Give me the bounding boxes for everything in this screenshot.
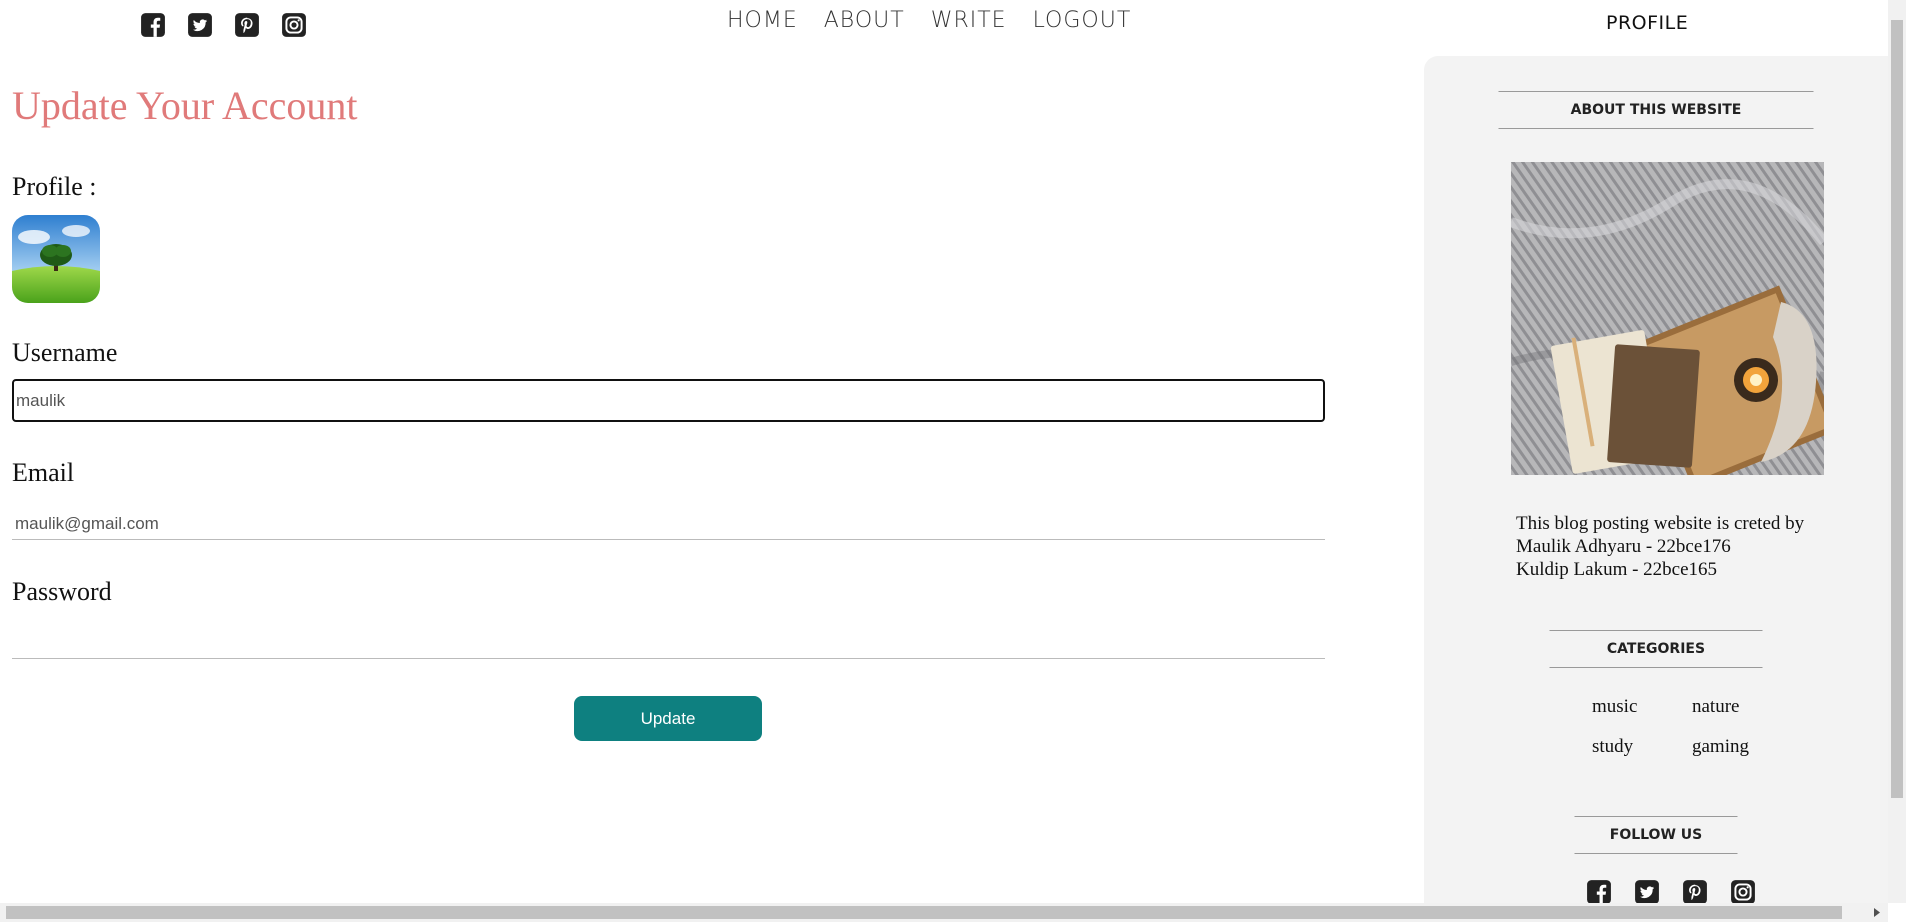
- pinterest-square-icon[interactable]: [1682, 879, 1708, 905]
- instagram-icon[interactable]: [281, 12, 307, 38]
- twitter-square-icon[interactable]: [1634, 879, 1660, 905]
- nav-home-link[interactable]: HOME: [727, 8, 798, 33]
- about-line-1: This blog posting website is creted by: [1516, 513, 1805, 534]
- category-nature-link[interactable]: nature: [1692, 696, 1752, 718]
- main-nav: HOME ABOUT WRITE LOGOUT: [727, 8, 1131, 33]
- pinterest-square-icon[interactable]: [234, 12, 260, 38]
- top-social-links: [140, 12, 307, 38]
- twitter-square-icon[interactable]: [187, 12, 213, 38]
- profile-avatar[interactable]: [12, 215, 100, 303]
- profile-link[interactable]: PROFILE: [1606, 12, 1688, 34]
- about-website-text: This blog posting website is creted by M…: [1516, 512, 1846, 581]
- email-label: Email: [12, 458, 75, 487]
- tree-landscape-image: [12, 215, 100, 303]
- vertical-scrollbar-thumb[interactable]: [1891, 20, 1903, 798]
- username-input[interactable]: maulik: [12, 379, 1325, 422]
- about-website-heading: ABOUT THIS WEBSITE: [1498, 91, 1814, 129]
- instagram-icon[interactable]: [1730, 879, 1756, 905]
- sidebar: ABOUT THIS WEBSITE This blog posting web…: [1424, 56, 1888, 910]
- top-bar: HOME ABOUT WRITE LOGOUT PROFILE: [0, 0, 1888, 50]
- update-button[interactable]: Update: [574, 696, 762, 741]
- categories-heading: CATEGORIES: [1549, 630, 1763, 668]
- category-gaming-link[interactable]: gaming: [1692, 736, 1752, 758]
- scroll-right-arrow-icon[interactable]: [1873, 908, 1881, 917]
- nav-logout-link[interactable]: LOGOUT: [1033, 8, 1132, 33]
- category-study-link[interactable]: study: [1592, 736, 1692, 758]
- about-line-2: Maulik Adhyaru - 22bce176: [1516, 536, 1731, 557]
- nav-about-link[interactable]: ABOUT: [824, 8, 905, 33]
- category-list: music nature study gaming: [1592, 696, 1752, 758]
- nav-write-link[interactable]: WRITE: [931, 8, 1007, 33]
- vertical-scrollbar[interactable]: [1888, 0, 1906, 903]
- facebook-square-icon[interactable]: [1586, 879, 1612, 905]
- password-input[interactable]: [12, 625, 1325, 659]
- email-input[interactable]: maulik@gmail.com: [12, 506, 1325, 540]
- follow-us-heading: FOLLOW US: [1574, 816, 1738, 854]
- sidebar-social-links: [1586, 879, 1756, 905]
- category-music-link[interactable]: music: [1592, 696, 1692, 718]
- password-label: Password: [12, 577, 112, 606]
- page-title: Update Your Account: [12, 83, 358, 128]
- horizontal-scrollbar[interactable]: [0, 903, 1888, 922]
- facebook-square-icon[interactable]: [140, 12, 166, 38]
- about-website-image: [1511, 162, 1824, 475]
- about-line-3: Kuldip Lakum - 22bce165: [1516, 559, 1718, 580]
- horizontal-scrollbar-thumb[interactable]: [6, 906, 1842, 919]
- profile-label: Profile :: [12, 172, 97, 201]
- username-label: Username: [12, 338, 118, 367]
